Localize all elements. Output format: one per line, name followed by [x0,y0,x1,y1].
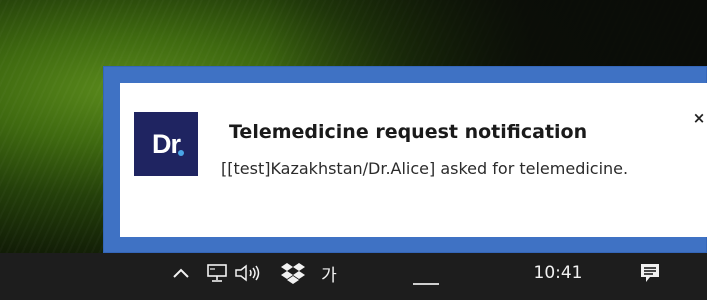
network-icon[interactable] [203,253,231,293]
action-center-icon[interactable] [633,253,667,293]
input-method-indicator[interactable]: 가 [311,253,347,293]
taskbar: 가 10:41 [0,253,707,300]
clock[interactable]: 10:41 [528,253,588,293]
chevron-up-icon[interactable] [168,253,194,293]
clock-time: 10:41 [533,263,583,283]
ime-underscore [413,283,439,285]
dr-app-logo-icon: Dr [134,112,198,176]
logo-text: Dr [151,128,181,159]
logo-dot [178,150,184,156]
speaker-icon[interactable] [232,253,266,293]
notification-title: Telemedicine request notification [229,121,588,143]
notification-body-panel[interactable]: Dr Telemedicine request notification [[t… [120,83,707,237]
notification-message: [[test]Kazakhstan/Dr.Alice] asked for te… [221,159,629,178]
close-button[interactable]: × [687,107,707,131]
input-method-label: 가 [321,265,337,286]
dropbox-icon[interactable] [278,253,308,293]
notification-toast[interactable]: Dr Telemedicine request notification [[t… [103,66,707,253]
